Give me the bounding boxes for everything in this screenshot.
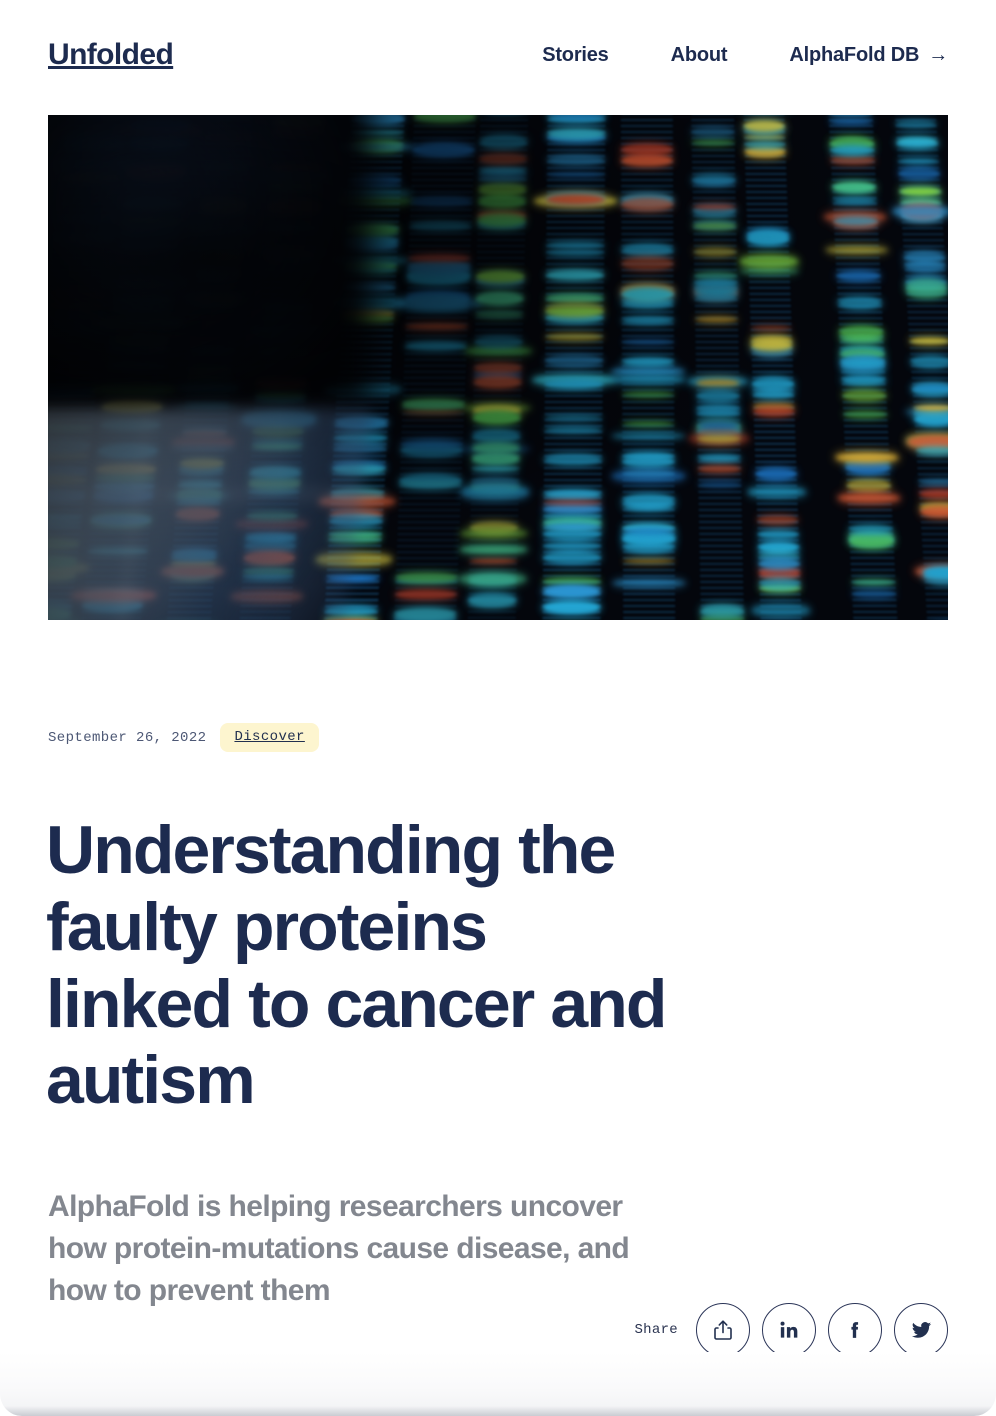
twitter-icon <box>911 1320 932 1341</box>
share-button-generic[interactable] <box>696 1303 750 1357</box>
article-meta: September 26, 2022 Discover <box>48 723 319 752</box>
article-deck: AlphaFold is helping researchers uncover… <box>48 1190 630 1307</box>
arrow-right-icon: → <box>928 44 948 66</box>
share-button-twitter[interactable] <box>894 1303 948 1357</box>
article-page: Unfolded Stories About AlphaFold DB → Se… <box>0 0 996 1416</box>
share-label: Share <box>634 1322 678 1338</box>
publish-date: September 26, 2022 <box>48 729 207 746</box>
site-logo[interactable]: Unfolded <box>48 40 174 70</box>
share-button-facebook[interactable] <box>828 1303 882 1357</box>
share-row: Share <box>634 1303 948 1357</box>
main-nav: Stories About AlphaFold DB → <box>542 44 948 67</box>
article-title: Understanding the faulty proteins linked… <box>46 812 667 1119</box>
nav-item-stories[interactable]: Stories <box>542 43 609 67</box>
hero-image <box>48 115 948 620</box>
site-header: Unfolded Stories About AlphaFold DB → <box>0 0 996 110</box>
category-tag-discover[interactable]: Discover <box>220 723 319 752</box>
hero-light-panel <box>48 407 372 620</box>
share-icon <box>713 1319 733 1341</box>
nav-item-stories-label: Stories <box>542 43 609 66</box>
nav-item-about-label: About <box>670 43 728 66</box>
facebook-icon <box>845 1320 865 1340</box>
nav-item-about[interactable]: About <box>671 44 728 67</box>
nav-item-alphafold-db[interactable]: AlphaFold DB → <box>789 44 948 67</box>
hero-dark-overlay <box>48 115 372 408</box>
linkedin-icon <box>779 1320 799 1340</box>
page-bottom-shadow <box>0 1406 996 1416</box>
nav-item-alphafold-db-label: AlphaFold DB <box>789 43 920 66</box>
share-button-linkedin[interactable] <box>762 1303 816 1357</box>
